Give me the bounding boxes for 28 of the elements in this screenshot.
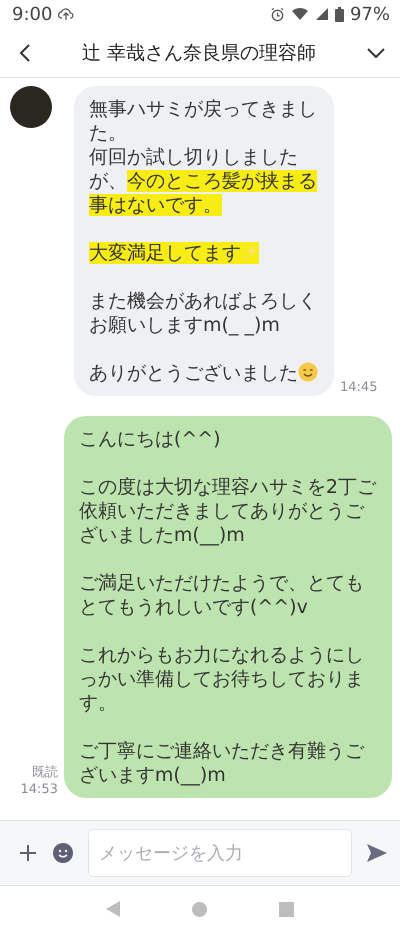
read-receipt: 既読 xyxy=(32,764,58,781)
chat-title: 辻 幸哉さん奈良県の理容師 xyxy=(80,40,318,66)
back-button[interactable] xyxy=(18,42,32,62)
alarm-icon xyxy=(270,6,285,22)
message-text: また機会があればよろしく お願いしますm(_ _)m xyxy=(89,289,318,337)
signal-icon xyxy=(314,7,329,21)
send-button[interactable] xyxy=(366,843,388,863)
smiley-icon xyxy=(298,362,318,382)
message-text: この度は大切な理容ハサミを2丁ご 依頼いただきましてありがとうご ざいましたm(__)m xyxy=(78,475,376,547)
status-time: 9:00 xyxy=(12,4,52,24)
battery-percentage: 97% xyxy=(350,4,390,24)
message-text: 無事ハサミが戻ってきまし た。 何回か試し切りしました が、今のところ髪が挟まる 事はないです。 xyxy=(89,97,318,217)
sparkles-icon xyxy=(241,243,259,261)
message-input[interactable]: メッセージを入力 xyxy=(88,829,352,877)
message-time: 14:45 xyxy=(340,379,378,396)
battery-icon xyxy=(334,6,344,22)
message-text: こんにちは(^^) xyxy=(78,427,222,451)
message-text: ありがとうございました xyxy=(89,361,318,385)
add-button[interactable] xyxy=(18,843,38,863)
message-text: ご満足いただけたようで、とても とてもうれしいです(^^)v xyxy=(78,571,365,619)
wifi-icon xyxy=(290,7,309,21)
message-time: 14:53 xyxy=(20,781,58,798)
avatar xyxy=(10,86,52,128)
message-text: これからもお力になれるようにし っかい準備してお待ちしておりま す。 xyxy=(78,643,365,715)
emoji-button[interactable] xyxy=(52,842,74,864)
message-text: ご丁寧にご連絡いただき有難うご ざいますm(__)m xyxy=(78,739,366,787)
cloud-upload-icon xyxy=(58,7,74,21)
dropdown-button[interactable] xyxy=(366,46,386,58)
